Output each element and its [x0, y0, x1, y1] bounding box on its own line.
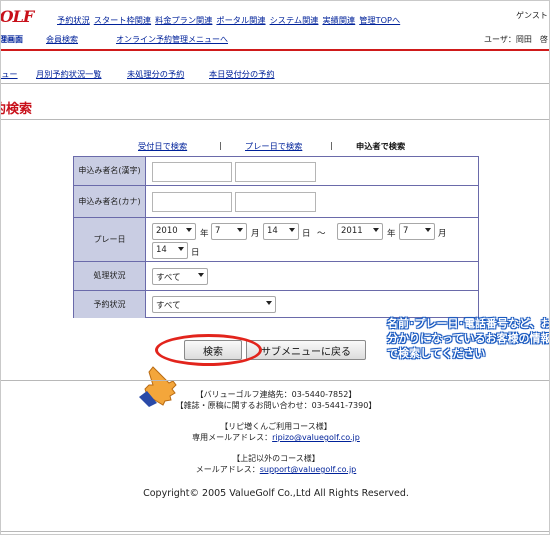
- top-nav: 予約状況 スタート枠関連 料金プラン関連 ポータル関連 システム関連 実績関連 …: [57, 14, 400, 26]
- name-kana-first-input[interactable]: [235, 192, 316, 212]
- label-name-kana: 申込み者名(カナ): [74, 186, 146, 217]
- from-day-select[interactable]: 14: [263, 223, 299, 240]
- label-reservation: 予約状況: [74, 291, 146, 318]
- to-day-select[interactable]: 14: [152, 242, 188, 259]
- sub-nav: 理画面 会員検索 オンライン予約管理メニューへ ユーザ：岡田 啓: [1, 34, 549, 46]
- range-tilde: ～: [317, 229, 326, 239]
- magazine-contact-line: 【雑誌・原稿に関するお問い合わせ：03-5441-7390】: [175, 401, 377, 410]
- submenu-menu[interactable]: ニュー: [1, 68, 18, 80]
- day-unit: 日: [302, 229, 311, 239]
- divider: [1, 83, 549, 84]
- online-reservation-menu-link[interactable]: オンライン予約管理メニューへ: [116, 34, 228, 45]
- nav-start-slots[interactable]: スタート枠関連: [94, 14, 151, 26]
- label-name-kanji: 申込み者名(漢字): [74, 157, 146, 185]
- callout-text: 名前･プレー日･電話番号など、お分かりになっているお客様の情報で検索してください: [387, 317, 550, 360]
- from-year-select[interactable]: 2010: [152, 223, 196, 240]
- highlight-oval: [155, 334, 262, 366]
- footer: 【バリューゴルフ連絡先：03-5440-7852】 【雑誌・原稿に関するお問い合…: [1, 389, 549, 475]
- month-unit: 月: [438, 229, 447, 239]
- to-month-select[interactable]: 7: [399, 223, 435, 240]
- submenu-today[interactable]: 本日受付分の予約: [209, 68, 275, 80]
- year-unit: 年: [387, 229, 396, 239]
- copyright: Copyright© 2005 ValueGolf Co.,Ltd All Ri…: [143, 488, 409, 499]
- from-month-select[interactable]: 7: [211, 223, 247, 240]
- separator: |: [219, 140, 222, 150]
- nav-results[interactable]: 実績関連: [322, 14, 355, 26]
- name-kanji-first-input[interactable]: [235, 162, 316, 182]
- separator: |: [330, 140, 333, 150]
- search-form: 申込み者名(漢字) 申込み者名(カナ) プレー日 2010 年 7 月 14 日…: [73, 156, 479, 318]
- submenu-monthly-status[interactable]: 月別予約状況一覧: [36, 68, 102, 80]
- row-name-kana: 申込み者名(カナ): [74, 186, 478, 218]
- month-unit: 月: [251, 229, 260, 239]
- chevron-down-icon: [198, 273, 204, 277]
- ripizo-email-link[interactable]: ripizo@valuegolf.co.jp: [272, 433, 360, 442]
- support-email-line: メールアドレス：support@valuegolf.co.jp: [195, 465, 357, 474]
- nav-portal[interactable]: ポータル関連: [216, 14, 265, 26]
- submenu-unprocessed[interactable]: 未処理分の予約: [127, 68, 184, 80]
- other-course-heading: 【上記以外のコース様】: [232, 454, 320, 463]
- guest-label: ゲンスト: [516, 11, 548, 20]
- contact-line: 【バリューゴルフ連絡先：03-5440-7852】: [195, 390, 357, 399]
- header-divider: [1, 49, 549, 51]
- chevron-down-icon: [289, 228, 295, 232]
- search-by-applicant-current: 申込者で検索: [356, 141, 406, 151]
- back-to-submenu-button[interactable]: サブメニューに戻る: [246, 340, 366, 360]
- name-kana-last-input[interactable]: [152, 192, 232, 212]
- nav-price-plans[interactable]: 料金プラン関連: [155, 14, 212, 26]
- ripizo-email-line: 専用メールアドレス：ripizo@valuegolf.co.jp: [192, 433, 360, 442]
- search-by-accept-date[interactable]: 受付日で検索: [138, 140, 187, 152]
- page-title: 約検索: [1, 102, 33, 117]
- search-mode-links: 受付日で検索 | プレー日で検索 | 申込者で検索: [1, 140, 549, 152]
- search-by-play-date[interactable]: プレー日で検索: [245, 140, 302, 152]
- golf-logo: GOLF: [0, 7, 34, 26]
- nav-admin-top[interactable]: 管理TOPへ: [359, 14, 400, 26]
- nav-system[interactable]: システム関連: [270, 14, 319, 26]
- divider: [1, 119, 549, 120]
- name-kanji-last-input[interactable]: [152, 162, 232, 182]
- row-name-kanji: 申込み者名(漢字): [74, 157, 478, 186]
- reservation-select[interactable]: すべて: [152, 296, 276, 313]
- nav-reservation-status[interactable]: 予約状況: [57, 14, 90, 26]
- chevron-down-icon: [425, 228, 431, 232]
- chevron-down-icon: [266, 301, 272, 305]
- row-status: 処理状況 すべて: [74, 262, 478, 291]
- label-play-date: プレー日: [74, 218, 146, 261]
- row-reservation: 予約状況 すべて: [74, 291, 478, 318]
- status-select[interactable]: すべて: [152, 268, 208, 285]
- chevron-down-icon: [237, 228, 243, 232]
- ripizo-course-heading: 【リピ増くんご利用コース様】: [220, 422, 332, 431]
- page: GOLF 予約状況 スタート枠関連 料金プラン関連 ポータル関連 システム関連 …: [0, 0, 550, 535]
- divider: [1, 380, 549, 381]
- chevron-down-icon: [373, 228, 379, 232]
- support-email-link[interactable]: support@valuegolf.co.jp: [260, 465, 357, 474]
- chevron-down-icon: [186, 228, 192, 232]
- to-year-select[interactable]: 2011: [337, 223, 383, 240]
- chevron-down-icon: [178, 247, 184, 251]
- admin-screen-link[interactable]: 理画面: [1, 34, 23, 45]
- member-search-link[interactable]: 会員検索: [46, 34, 78, 45]
- row-play-date: プレー日 2010 年 7 月 14 日 ～ 2011 年 7 月 14 日: [74, 218, 478, 262]
- day-unit: 日: [191, 248, 200, 258]
- label-status: 処理状況: [74, 262, 146, 290]
- user-label: ユーザ：岡田 啓: [484, 35, 548, 44]
- year-unit: 年: [200, 229, 209, 239]
- divider: [1, 531, 549, 532]
